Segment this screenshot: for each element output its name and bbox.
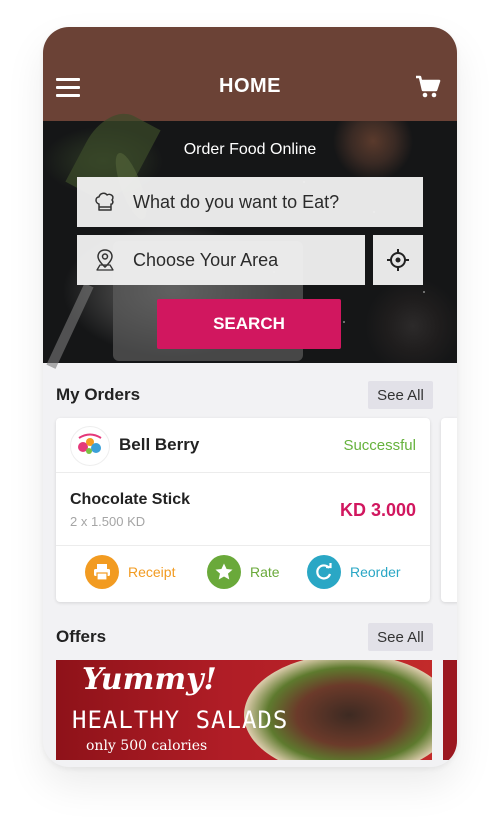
order-card[interactable]: Bell Berry Successful Chocolate Stick 2 …	[56, 418, 430, 602]
hero-title: Order Food Online	[183, 141, 317, 158]
crosshair-icon	[387, 249, 409, 271]
receipt-button[interactable]: Receipt	[85, 554, 175, 590]
search-hero: Order Food Online What do you want to Ea…	[43, 102, 457, 369]
page-title: HOME	[219, 75, 281, 97]
phone-screen: HOME Order Food Online What do you want …	[43, 27, 457, 767]
next-offer-banner[interactable]	[443, 660, 457, 760]
rate-button[interactable]: Rate	[207, 554, 280, 590]
restaurant-logo	[70, 426, 110, 466]
cart-icon[interactable]	[415, 74, 441, 100]
restaurant-name: Bell Berry	[119, 435, 200, 454]
order-total-price: KD 3.000	[339, 500, 416, 520]
app-header: HOME	[43, 27, 457, 121]
banner-subtitle: HEALTHY SALADS	[72, 706, 289, 734]
banner-note: only 500 calories	[86, 738, 208, 754]
food-search-field[interactable]: What do you want to Eat?	[77, 177, 423, 227]
star-icon	[207, 555, 241, 589]
my-orders-title: My Orders	[56, 385, 141, 404]
food-search-input[interactable]: What do you want to Eat?	[133, 192, 339, 213]
chef-hat-icon	[77, 177, 133, 227]
order-item-quantity: 2 x 1.500 KD	[70, 514, 146, 529]
order-status-badge: Successful	[343, 437, 416, 454]
offer-banner[interactable]: Yummy! HEALTHY SALADS only 500 calories	[56, 660, 432, 760]
search-button[interactable]: SEARCH	[157, 299, 341, 349]
divider	[56, 472, 430, 473]
rate-label: Rate	[250, 564, 280, 580]
refresh-icon	[307, 555, 341, 589]
order-item-name: Chocolate Stick	[70, 491, 191, 508]
orders-see-all-button[interactable]: See All	[368, 381, 433, 409]
printer-icon	[85, 555, 119, 589]
receipt-label: Receipt	[128, 564, 176, 580]
area-select-field[interactable]: Choose Your Area	[77, 235, 365, 285]
offers-title: Offers	[56, 627, 107, 646]
location-pin-icon	[77, 235, 133, 285]
next-order-card[interactable]	[441, 418, 457, 602]
locate-me-button[interactable]	[373, 235, 423, 285]
offers-see-all-button[interactable]: See All	[368, 623, 433, 651]
reorder-button[interactable]: Reorder	[307, 554, 401, 590]
reorder-label: Reorder	[350, 564, 401, 580]
area-select-input[interactable]: Choose Your Area	[133, 250, 278, 271]
divider	[56, 545, 430, 546]
banner-headline: Yummy!	[82, 662, 217, 697]
